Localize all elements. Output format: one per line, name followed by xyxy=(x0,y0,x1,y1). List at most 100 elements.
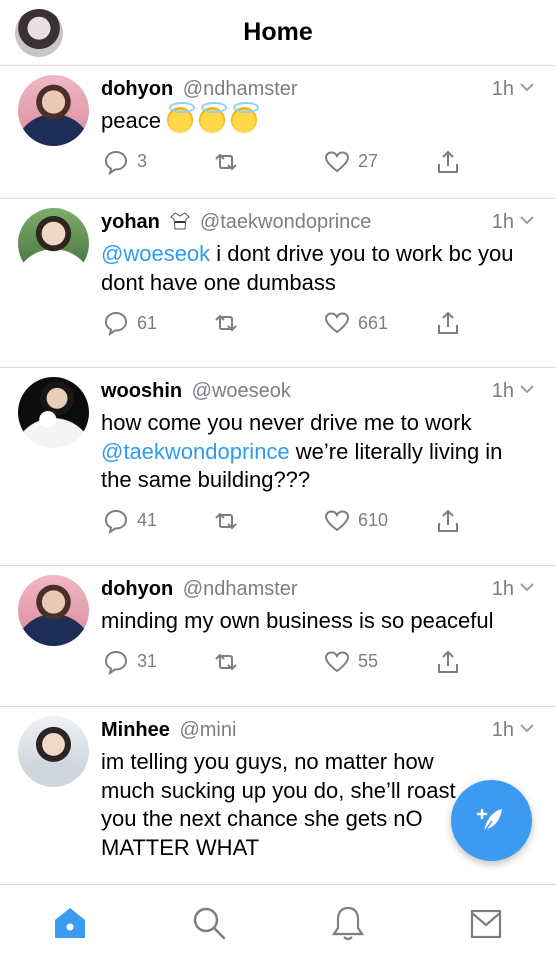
retweet-button[interactable] xyxy=(213,507,247,535)
tweet-actions: 3 27 xyxy=(101,136,534,188)
chevron-down-icon[interactable] xyxy=(520,385,534,394)
author-handle[interactable]: @ndhamster xyxy=(183,578,298,600)
tweet-text: @woeseok i dont drive you to work bc you… xyxy=(101,240,534,297)
reply-icon xyxy=(104,650,128,675)
text-segment: im telling you guys, no matter how much … xyxy=(101,749,456,860)
tweet[interactable]: dohyon @ndhamster 1h minding my own busi… xyxy=(0,566,556,707)
share-icon xyxy=(438,311,458,334)
taekwondo-uniform-icon xyxy=(170,212,190,230)
timeline[interactable]: dohyon @ndhamster 1h peace 3 27 yohan @ta… xyxy=(0,66,556,884)
mention-link[interactable]: @woeseok xyxy=(101,241,210,266)
like-count: 27 xyxy=(358,151,379,171)
tab-bar xyxy=(0,884,556,960)
chevron-down-icon[interactable] xyxy=(520,216,534,225)
tweet[interactable]: yohan @taekwondoprince 1h @woeseok i dont… xyxy=(0,199,556,368)
timestamp[interactable]: 1h xyxy=(492,577,534,601)
chevron-down-icon[interactable] xyxy=(520,724,534,733)
share-button[interactable] xyxy=(435,148,461,176)
tab-home[interactable] xyxy=(50,903,90,943)
heart-icon xyxy=(324,509,350,531)
retweet-icon xyxy=(215,153,237,170)
author-name[interactable]: yohan xyxy=(101,211,160,233)
page-title: Home xyxy=(243,18,313,46)
reply-button[interactable]: 41 xyxy=(103,507,157,535)
reply-count: 31 xyxy=(137,651,158,671)
smiling-halo-emoji-icon xyxy=(167,102,196,133)
tweet-actions: 61 661 xyxy=(101,297,534,349)
tweet[interactable]: dohyon @ndhamster 1h peace 3 27 xyxy=(0,66,556,199)
timestamp[interactable]: 1h xyxy=(492,77,534,101)
like-count: 610 xyxy=(358,510,389,530)
tweet[interactable]: wooshin @woeseok 1h how come you never d… xyxy=(0,368,556,566)
like-count: 55 xyxy=(358,651,379,671)
reply-button[interactable]: 61 xyxy=(103,309,157,337)
reply-icon xyxy=(104,509,128,534)
like-count: 661 xyxy=(358,312,389,333)
author-handle[interactable]: @taekwondoprince xyxy=(200,211,372,233)
author-name[interactable]: dohyon xyxy=(101,578,173,600)
mention-link[interactable]: @taekwondoprince xyxy=(101,439,290,464)
time-label: 1h xyxy=(491,211,514,233)
envelope-icon xyxy=(470,909,502,939)
smiling-halo-emoji-icon xyxy=(231,102,260,133)
tweet-text: minding my own business is so peaceful xyxy=(101,607,534,636)
retweet-icon xyxy=(215,512,237,529)
chevron-down-icon[interactable] xyxy=(520,83,534,92)
home-icon xyxy=(55,908,85,938)
timestamp[interactable]: 1h xyxy=(492,718,534,742)
share-button[interactable] xyxy=(435,507,461,535)
search-icon xyxy=(193,907,226,940)
text-segment: how come you never drive me to work xyxy=(101,410,472,435)
share-icon xyxy=(438,650,458,673)
timestamp[interactable]: 1h xyxy=(492,210,534,234)
smiling-halo-emoji-icon xyxy=(199,102,228,133)
author-handle[interactable]: @mini xyxy=(179,719,236,741)
avatar[interactable] xyxy=(18,377,89,448)
bell-icon xyxy=(331,906,365,941)
heart-icon xyxy=(324,312,350,334)
tweet-actions: 41 610 xyxy=(101,495,534,547)
like-button[interactable]: 55 xyxy=(324,648,378,676)
share-button[interactable] xyxy=(435,648,461,676)
reply-icon xyxy=(104,150,128,175)
like-button[interactable]: 661 xyxy=(324,309,388,337)
reply-button[interactable]: 31 xyxy=(103,648,157,676)
retweet-button[interactable] xyxy=(213,648,247,676)
time-label: 1h xyxy=(491,719,514,741)
author-name[interactable]: wooshin xyxy=(101,380,182,402)
author-handle[interactable]: @woeseok xyxy=(192,380,291,402)
reply-button[interactable]: 3 xyxy=(103,148,147,176)
reply-count: 3 xyxy=(137,151,148,171)
like-button[interactable]: 27 xyxy=(324,148,378,176)
author-name[interactable]: dohyon xyxy=(101,78,173,100)
author-name[interactable]: Minhee xyxy=(101,719,170,741)
retweet-icon xyxy=(215,653,237,670)
avatar[interactable] xyxy=(18,208,89,279)
retweet-button[interactable] xyxy=(213,309,247,337)
tab-notifications[interactable] xyxy=(328,903,368,943)
like-button[interactable]: 610 xyxy=(324,507,388,535)
tweet-text: how come you never drive me to work @tae… xyxy=(101,409,534,495)
text-segment: peace xyxy=(101,108,168,133)
avatar[interactable] xyxy=(18,75,89,146)
reply-icon xyxy=(104,311,128,336)
retweet-button[interactable] xyxy=(213,148,247,176)
share-button[interactable] xyxy=(435,309,461,337)
reply-count: 61 xyxy=(137,312,158,333)
author-handle[interactable]: @ndhamster xyxy=(183,78,298,100)
compose-tweet-button[interactable] xyxy=(451,780,532,861)
avatar[interactable] xyxy=(18,575,89,646)
time-label: 1h xyxy=(491,380,514,402)
reply-count: 41 xyxy=(137,510,158,530)
text-segment: minding my own business is so peaceful xyxy=(101,608,494,633)
time-label: 1h xyxy=(491,78,514,100)
tab-search[interactable] xyxy=(189,903,229,943)
timestamp[interactable]: 1h xyxy=(492,379,534,403)
share-icon xyxy=(438,150,458,173)
share-icon xyxy=(438,509,458,532)
retweet-icon xyxy=(215,314,237,332)
chevron-down-icon[interactable] xyxy=(520,583,534,592)
avatar[interactable] xyxy=(18,716,89,787)
tab-messages[interactable] xyxy=(466,903,506,943)
heart-icon xyxy=(324,150,350,172)
